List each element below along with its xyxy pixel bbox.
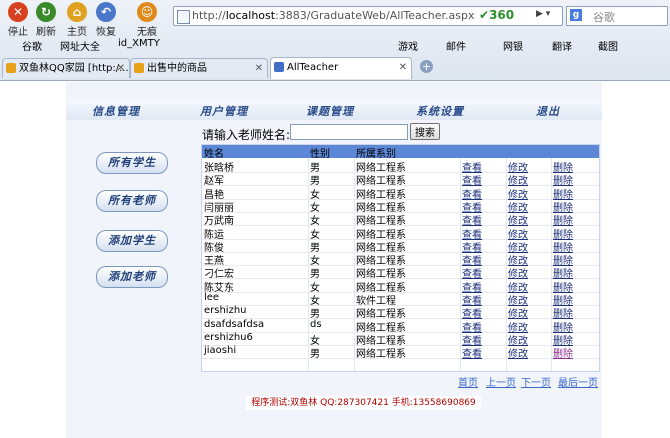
table-row: 张晗桥男网络工程系 查看 修改 删除 — [202, 159, 599, 174]
teacher-name: ershizhu — [204, 305, 247, 317]
table-header: 姓名 性别 所属系别 — [202, 145, 599, 160]
address-url[interactable]: http://localhost:3883/GraduateWeb/AllTea… — [192, 9, 475, 22]
browser-search-box[interactable]: g 谷歌 — [566, 6, 668, 26]
bookmark-item[interactable]: 翻译 — [552, 38, 572, 53]
table-row: 王燕女网络工程系 查看 修改 删除 — [202, 252, 599, 267]
browser-tab[interactable]: 双鱼林QQ家园 [http:/... ✕ — [2, 58, 130, 78]
top-nav-item[interactable]: 课题管理 — [306, 103, 354, 119]
table-row: ershizhu 男网络工程系 查看 修改 删除 — [202, 305, 599, 320]
search-label: 请输入老师姓名: — [202, 128, 291, 142]
tab-label: AllTeacher — [287, 62, 339, 73]
teacher-name-input[interactable] — [290, 124, 408, 140]
nav-button-1[interactable]: ↻ 刷新 — [32, 2, 60, 38]
search-button[interactable]: 搜索 — [410, 123, 440, 140]
bookmark-item[interactable]: id_XMTY — [118, 38, 160, 49]
close-icon[interactable]: ✕ — [255, 59, 263, 78]
teacher-name: jiaoshi — [204, 345, 237, 357]
restore-icon: ↶ — [96, 2, 116, 22]
teacher-dept: 网络工程系 — [356, 349, 406, 361]
side-button[interactable]: 添加学生 — [96, 230, 168, 252]
table-row: 赵军男网络工程系 查看 修改 删除 — [202, 172, 599, 187]
top-nav-item[interactable]: 用户管理 — [200, 103, 248, 119]
teacher-name: dsafdsafdsa — [204, 318, 265, 330]
pager-link[interactable]: 上一页 — [486, 374, 516, 389]
browser-tab[interactable]: 出售中的商品 ✕ — [130, 58, 268, 78]
browser-chrome: ✕ 停止 ↻ 刷新 ⌂ 主页 ↶ 恢复 ☺ 无痕 http://localhost:3883/Gr… — [0, 0, 670, 81]
teacher-sex: ds — [310, 318, 322, 330]
column-header: 所属系别 — [356, 149, 396, 160]
pager-link[interactable]: 首页 — [458, 374, 478, 389]
side-button[interactable]: 所有老师 — [96, 190, 168, 212]
tab-favicon-icon — [6, 63, 16, 73]
nav-button-2[interactable]: ⌂ 主页 — [63, 2, 91, 38]
bookmark-item[interactable]: 截图 — [598, 38, 618, 53]
delete-link[interactable]: 删除 — [553, 345, 573, 360]
teacher-name: ershizhu6 — [204, 331, 253, 343]
table-row: 陈艾东女网络工程系 查看 修改 删除 — [202, 279, 599, 294]
home-icon: ⌂ — [67, 2, 87, 22]
tab-favicon-icon — [274, 62, 284, 72]
table-row: 昌艳女网络工程系 查看 修改 删除 — [202, 186, 599, 201]
tab-label: 双鱼林QQ家园 [http:/... — [19, 63, 129, 74]
table-row: dsafdsafdsa ds 网络工程系 查看 修改 删除 — [202, 318, 599, 334]
top-nav: 信息管理 用户管理 课题管理 系统设置 退出 — [66, 100, 602, 120]
tab-label: 出售中的商品 — [147, 63, 207, 74]
close-icon[interactable]: ✕ — [399, 58, 407, 77]
search-placeholder: 谷歌 — [593, 11, 615, 24]
top-nav-item[interactable]: 信息管理 — [92, 103, 140, 119]
footer-credit: 程序测试:双鱼林 QQ:287307421 手机:13558690869 — [246, 396, 481, 410]
nav-button-4[interactable]: ☺ 无痕 — [133, 2, 161, 38]
browser-tab[interactable]: AllTeacher ✕ — [270, 57, 412, 79]
google-icon: g — [570, 9, 582, 21]
side-button[interactable]: 添加老师 — [96, 266, 168, 288]
nav-button-0[interactable]: ✕ 停止 — [4, 2, 32, 38]
bookmark-item[interactable]: 邮件 — [446, 38, 466, 53]
page-icon — [177, 10, 190, 24]
side-button[interactable]: 所有学生 — [96, 152, 168, 174]
edit-link[interactable]: 修改 — [508, 345, 528, 360]
table-row: lee 女软件工程 查看 修改 删除 — [202, 292, 599, 307]
table-row: ershizhu6 女网络工程系 查看 修改 删除 — [202, 331, 599, 347]
bookmark-item[interactable]: 网址大全 — [60, 38, 100, 53]
close-icon[interactable]: ✕ — [117, 59, 125, 78]
column-header: 姓名 — [204, 149, 224, 160]
bookmark-item[interactable]: 谷歌 — [22, 38, 42, 53]
teacher-sex: 男 — [310, 349, 320, 361]
top-nav-item[interactable]: 退出 — [536, 103, 560, 119]
table-row: 万武南女网络工程系 查看 修改 删除 — [202, 212, 599, 227]
bookmark-item[interactable]: 游戏 — [398, 38, 418, 53]
address-bar[interactable]: http://localhost:3883/GraduateWeb/AllTea… — [173, 6, 563, 26]
nav-button-3[interactable]: ↶ 恢复 — [92, 2, 120, 38]
page-content: 信息管理 用户管理 课题管理 系统设置 退出 所有学生所有老师添加学生添加老师 请输入老… — [66, 82, 602, 438]
incognito-icon: ☺ — [137, 2, 157, 22]
column-header: 性别 — [310, 149, 330, 160]
play-icon[interactable]: ▶ ▾ — [536, 9, 550, 19]
pager-link[interactable]: 下一页 — [521, 374, 551, 389]
engine-badge[interactable]: ✔360 — [479, 8, 531, 23]
refresh-icon: ↻ — [36, 2, 56, 22]
table-row: jiaoshi 男 网络工程系 查看 修改 删除 — [202, 345, 599, 361]
table-row: 闫丽丽女网络工程系 查看 修改 删除 — [202, 199, 599, 214]
table-row: 陈俊男网络工程系 查看 修改 删除 — [202, 239, 599, 254]
teacher-name: lee — [204, 292, 220, 303]
stop-icon: ✕ — [8, 2, 28, 22]
bookmark-item[interactable]: 网银 — [503, 38, 523, 53]
teacher-table: 姓名 性别 所属系别 张晗桥男网络工程系 查看 修改 删除 赵军男网络工程系 查看 修改 删除 昌艳女… — [201, 144, 600, 372]
pager-link[interactable]: 最后一页 — [558, 374, 598, 389]
bookmark-bar: 谷歌 网址大全 id_XMTY 游戏 邮件 网银 翻译 截图 — [0, 34, 670, 54]
top-nav-item[interactable]: 系统设置 — [416, 103, 464, 119]
tab-bar: 双鱼林QQ家园 [http:/... ✕ 出售中的商品 ✕ AllTeacher ✕ + — [0, 55, 670, 80]
new-tab-icon[interactable]: + — [420, 60, 433, 73]
table-row: 陈运女网络工程系 查看 修改 删除 — [202, 226, 599, 241]
tab-favicon-icon — [134, 63, 144, 73]
view-link[interactable]: 查看 — [462, 345, 482, 360]
table-row: 刁仁宏男网络工程系 查看 修改 删除 — [202, 265, 599, 280]
